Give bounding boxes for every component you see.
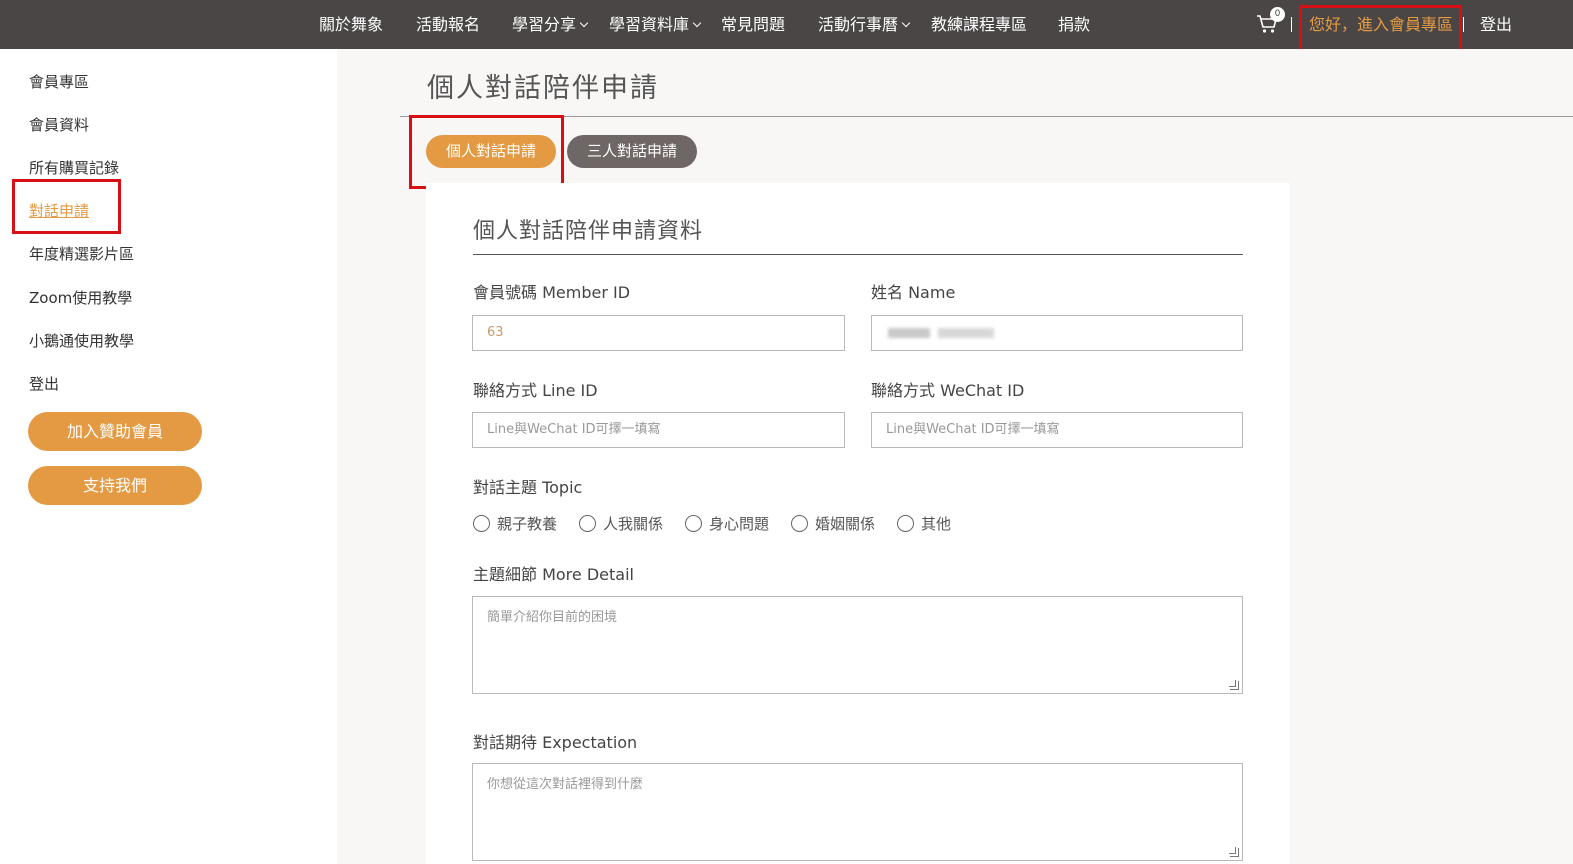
nav-item-label: 活動報名: [416, 15, 481, 34]
member-id-field[interactable]: 63: [472, 315, 845, 351]
radio-label: 親子教養: [497, 515, 558, 533]
nav-divider: [1463, 17, 1464, 32]
sidebar-item-xiaoetong-tutorial[interactable]: 小鵝通使用教學: [29, 330, 134, 351]
page-title: 個人對話陪伴申請: [427, 73, 659, 104]
join-sponsor-button[interactable]: 加入贊助會員: [28, 412, 202, 451]
topic-radio-parenting[interactable]: 親子教養: [473, 513, 557, 535]
title-divider: [400, 116, 1573, 117]
detail-label: 主題細節 More Detail: [473, 565, 634, 584]
radio-label: 婚姻關係: [815, 515, 876, 533]
wechat-id-field[interactable]: Line與WeChat ID可擇一填寫: [871, 412, 1243, 448]
line-id-label: 聯絡方式 Line ID: [473, 381, 598, 400]
radio-label: 身心問題: [709, 515, 770, 533]
nav-item-about[interactable]: 關於舞象: [319, 0, 383, 49]
name-label: 姓名 Name: [871, 283, 956, 302]
sidebar-item-member-profile[interactable]: 會員資料: [29, 114, 89, 135]
sidebar-item-logout[interactable]: 登出: [29, 373, 59, 394]
sidebar-item-member-area[interactable]: 會員專區: [29, 71, 89, 92]
topic-radio-other[interactable]: 其他: [897, 513, 951, 535]
nav-item-learning-share[interactable]: 學習分享: [512, 0, 589, 49]
nav-item-coach-courses[interactable]: 教練課程專區: [931, 0, 1027, 49]
sidebar-item-zoom-tutorial[interactable]: Zoom使用教學: [29, 287, 132, 308]
sidebar-item-purchase-history[interactable]: 所有購買記錄: [29, 157, 119, 178]
tab-three-person-application[interactable]: 三人對話申請: [567, 135, 697, 168]
form-title: 個人對話陪伴申請資料: [473, 219, 704, 244]
topic-radio-marriage[interactable]: 婚姻關係: [791, 513, 875, 535]
cart-count-badge: 0: [1270, 7, 1285, 22]
topic-radio-mind-body[interactable]: 身心問題: [685, 513, 769, 535]
radio-circle: [473, 515, 490, 532]
detail-textarea[interactable]: 簡單介紹你目前的困境: [472, 596, 1243, 694]
radio-label: 其他: [921, 515, 952, 533]
wechat-id-label: 聯絡方式 WeChat ID: [871, 381, 1025, 400]
radio-circle: [897, 515, 914, 532]
nav-item-label: 常見問題: [721, 15, 786, 34]
radio-circle: [579, 515, 596, 532]
redacted-name: [888, 328, 930, 338]
chevron-down-icon: [579, 18, 589, 28]
support-us-button[interactable]: 支持我們: [28, 466, 202, 505]
nav-item-faq[interactable]: 常見問題: [721, 0, 785, 49]
line-id-field[interactable]: Line與WeChat ID可擇一填寫: [472, 412, 845, 448]
nav-item-label: 教練課程專區: [931, 15, 1028, 34]
nav-item-calendar[interactable]: 活動行事曆: [818, 0, 911, 49]
expectation-textarea[interactable]: 你想從這次對話裡得到什麼: [472, 763, 1243, 861]
highlight-box-tab: [409, 115, 564, 189]
highlight-box-sidebar-item: [12, 179, 121, 234]
chevron-down-icon: [901, 18, 911, 28]
radio-circle: [685, 515, 702, 532]
member-id-label: 會員號碼 Member ID: [473, 283, 631, 302]
resize-handle-icon[interactable]: [1229, 680, 1239, 690]
nav-item-label: 學習資料庫: [609, 15, 690, 34]
resize-handle-icon[interactable]: [1229, 847, 1239, 857]
expectation-label: 對話期待 Expectation: [473, 733, 638, 752]
nav-item-label: 活動行事曆: [818, 15, 899, 34]
radio-circle: [791, 515, 808, 532]
topic-radio-relationships[interactable]: 人我關係: [579, 513, 663, 535]
radio-label: 人我關係: [603, 515, 664, 533]
topic-label: 對話主題 Topic: [473, 478, 583, 497]
logout-link[interactable]: 登出: [1480, 0, 1512, 49]
nav-item-label: 捐款: [1058, 15, 1091, 34]
chevron-down-icon: [692, 18, 702, 28]
redacted-name: [938, 328, 994, 338]
sidebar-item-video-collection[interactable]: 年度精選影片區: [29, 243, 134, 264]
nav-item-donate[interactable]: 捐款: [1058, 0, 1090, 49]
name-field[interactable]: [871, 315, 1243, 351]
sidebar: 會員專區 會員資料 所有購買記錄 對話申請 年度精選影片區 Zoom使用教學 小…: [0, 49, 337, 864]
nav-divider: [1291, 17, 1292, 32]
detail-placeholder: 簡單介紹你目前的困境: [487, 610, 618, 625]
nav-item-label: 學習分享: [512, 15, 577, 34]
form-title-divider: [473, 254, 1243, 255]
nav-item-library[interactable]: 學習資料庫: [609, 0, 702, 49]
expectation-placeholder: 你想從這次對話裡得到什麼: [487, 777, 644, 792]
nav-item-label: 關於舞象: [319, 15, 384, 34]
nav-item-events[interactable]: 活動報名: [416, 0, 480, 49]
